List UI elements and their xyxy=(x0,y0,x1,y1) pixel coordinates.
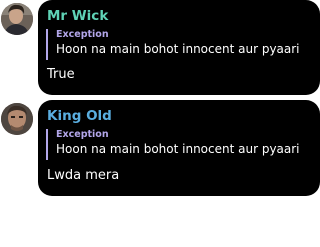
reply-quote-text: Hoon na main bohot innocent aur pyaari xyxy=(56,42,300,56)
message-bubble[interactable]: Mr Wick Exception Hoon na main bohot inn… xyxy=(38,0,320,95)
reply-quote-author: Exception xyxy=(56,29,109,40)
reply-quote[interactable]: Exception Hoon na main bohot innocent au… xyxy=(46,29,314,60)
chat-message[interactable]: King Old Exception Hoon na main bohot in… xyxy=(0,100,320,196)
reply-quote-text: Hoon na main bohot innocent aur pyaari xyxy=(56,142,300,156)
message-text: True xyxy=(47,67,75,82)
sender-avatar[interactable] xyxy=(1,103,33,135)
user-photo-avatar-icon xyxy=(1,3,33,35)
sender-name[interactable]: Mr Wick xyxy=(47,7,108,25)
message-text: Lwda mera xyxy=(47,168,120,183)
sender-avatar[interactable] xyxy=(1,3,33,35)
user-photo-avatar-icon xyxy=(1,103,33,135)
chat-message[interactable]: Mr Wick Exception Hoon na main bohot inn… xyxy=(0,0,320,95)
reply-quote[interactable]: Exception Hoon na main bohot innocent au… xyxy=(46,129,314,160)
reply-quote-author: Exception xyxy=(56,129,109,140)
sender-name[interactable]: King Old xyxy=(47,107,112,125)
message-bubble[interactable]: King Old Exception Hoon na main bohot in… xyxy=(38,100,320,196)
